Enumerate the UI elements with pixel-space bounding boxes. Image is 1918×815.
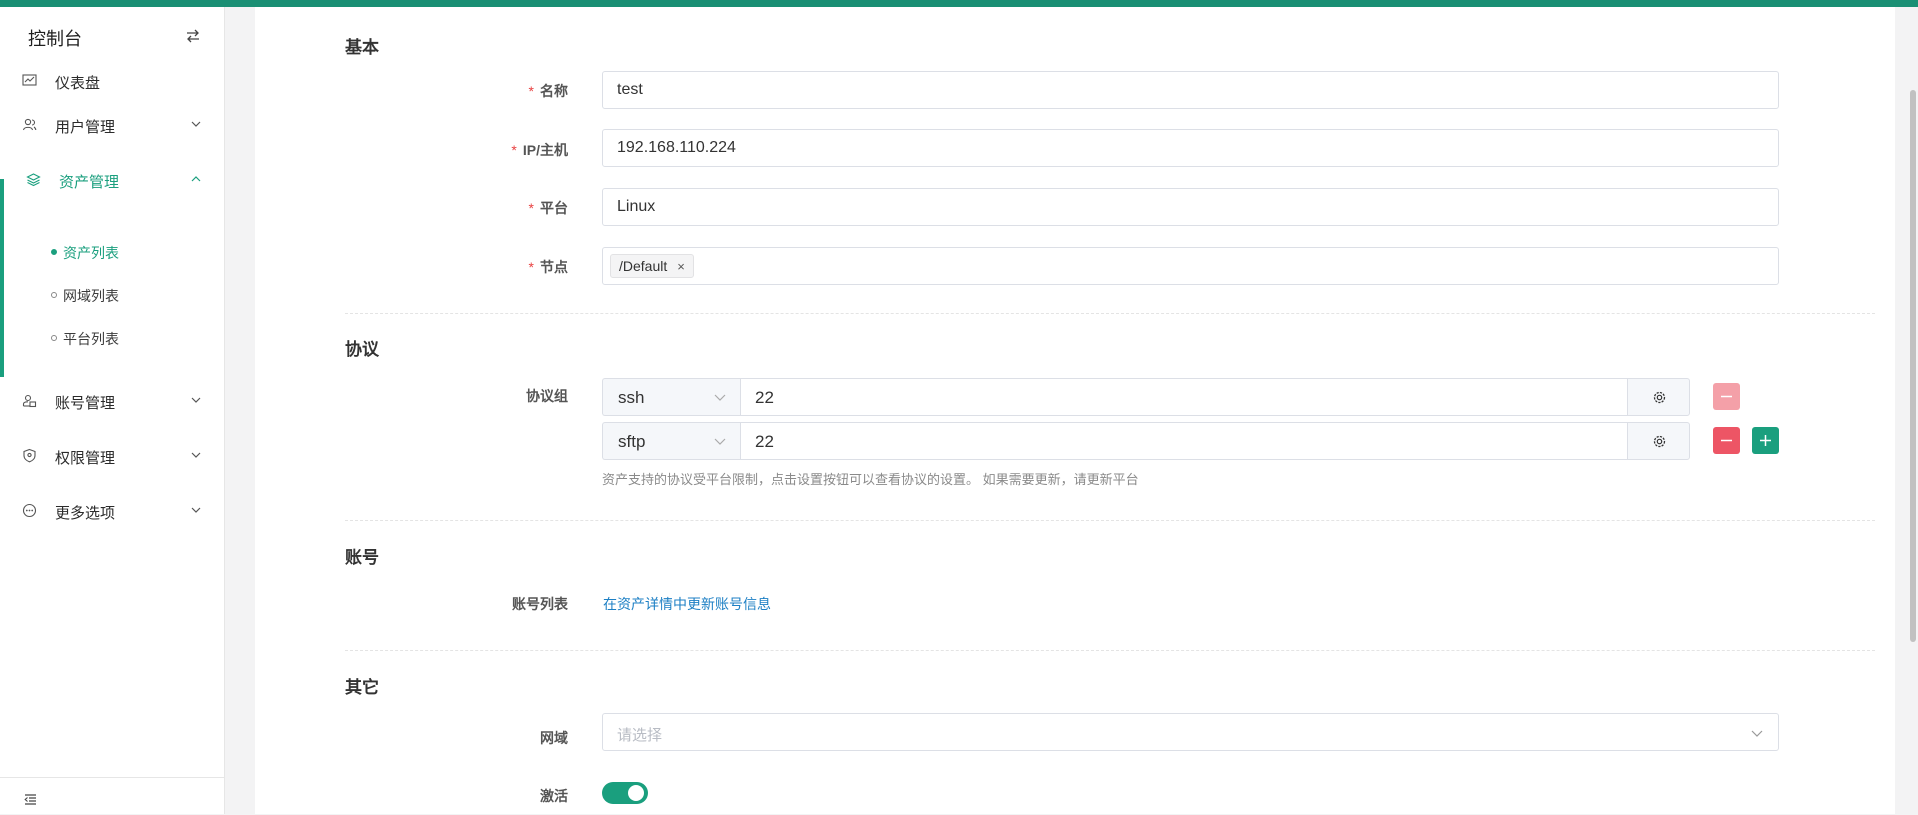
protocol-select[interactable]: ssh bbox=[602, 378, 740, 416]
protocol-settings-button[interactable] bbox=[1627, 422, 1690, 460]
domain-label: 网域 bbox=[540, 730, 568, 746]
gear-icon bbox=[1653, 435, 1666, 448]
collapse-sidebar-icon[interactable] bbox=[24, 793, 37, 806]
section-title-basic: 基本 bbox=[345, 38, 379, 57]
protocols-label: 协议组 bbox=[526, 388, 568, 404]
bullet-dot bbox=[51, 335, 57, 341]
protocol-row: ssh 22 bbox=[602, 378, 1690, 416]
account-list-label: 账号列表 bbox=[512, 596, 568, 612]
protocol-port-input[interactable]: 22 bbox=[740, 422, 1628, 460]
sidebar-item-label: 仪表盘 bbox=[55, 75, 101, 92]
sidebar-item-more[interactable]: 更多选项 bbox=[0, 489, 224, 533]
more-options-icon bbox=[22, 503, 37, 518]
protocol-name: sftp bbox=[618, 432, 646, 451]
chevron-down-icon bbox=[191, 507, 201, 513]
plus-icon bbox=[1760, 435, 1771, 446]
nodes-label: * 节点 bbox=[528, 259, 568, 275]
sidebar-item-label: 用户管理 bbox=[55, 119, 116, 136]
dashboard-icon bbox=[22, 74, 37, 86]
minus-icon bbox=[1721, 439, 1732, 442]
chevron-down-icon bbox=[714, 394, 726, 401]
chevron-down-icon bbox=[714, 438, 726, 445]
chevron-up-icon bbox=[191, 176, 201, 182]
protocol-hint-text: 资产支持的协议受平台限制，点击设置按钮可以查看协议的设置。 如果需要更新，请更新… bbox=[602, 472, 1139, 487]
host-label: * IP/主机 bbox=[511, 142, 568, 158]
platform-input[interactable]: Linux bbox=[602, 188, 1779, 226]
protocol-select[interactable]: sftp bbox=[602, 422, 740, 460]
switch-view-icon[interactable] bbox=[186, 29, 200, 43]
shield-icon bbox=[23, 448, 36, 463]
sidebar-item-label: 权限管理 bbox=[55, 450, 116, 467]
layers-icon bbox=[26, 173, 41, 187]
sidebar-item-label: 资产管理 bbox=[59, 174, 120, 191]
remove-protocol-button[interactable] bbox=[1713, 427, 1740, 454]
active-dot bbox=[51, 249, 57, 255]
chevron-down-icon bbox=[191, 121, 201, 127]
sidebar: 控制台 仪表盘 用户管理 资产管理 资产列表 网域列表 平台列表 账号管理 权限… bbox=[0, 7, 225, 814]
sidebar-item-dashboard[interactable]: 仪表盘 bbox=[0, 59, 224, 103]
section-title-other: 其它 bbox=[345, 678, 379, 697]
add-protocol-button[interactable] bbox=[1752, 427, 1779, 454]
update-accounts-link[interactable]: 在资产详情中更新账号信息 bbox=[603, 594, 771, 614]
sidebar-item-accounts[interactable]: 账号管理 bbox=[0, 379, 224, 423]
gear-icon bbox=[1653, 391, 1666, 404]
section-divider bbox=[345, 520, 1875, 521]
protocol-port-input[interactable]: 22 bbox=[740, 378, 1628, 416]
chevron-down-icon bbox=[191, 397, 201, 403]
asset-form-card: 基本 * 名称 test * IP/主机 192.168.110.224 * 平台 L… bbox=[255, 7, 1895, 814]
users-icon bbox=[22, 118, 37, 131]
section-divider bbox=[345, 313, 1875, 314]
sidebar-item-label: 账号管理 bbox=[55, 395, 116, 412]
sidebar-footer bbox=[0, 777, 225, 815]
name-input[interactable]: test bbox=[602, 71, 1779, 109]
protocol-settings-button[interactable] bbox=[1627, 378, 1690, 416]
sidebar-subitem-label: 资产列表 bbox=[63, 245, 119, 261]
sidebar-subitem-platform-list[interactable]: 平台列表 bbox=[0, 317, 224, 357]
active-toggle[interactable] bbox=[602, 782, 648, 804]
platform-label: * 平台 bbox=[528, 200, 568, 216]
top-accent-bar bbox=[0, 0, 1918, 7]
remove-protocol-button[interactable] bbox=[1713, 383, 1740, 410]
minus-icon bbox=[1721, 395, 1732, 398]
sidebar-subitem-label: 网域列表 bbox=[63, 288, 119, 304]
sidebar-subitem-domain-list[interactable]: 网域列表 bbox=[0, 274, 224, 314]
protocol-name: ssh bbox=[618, 388, 645, 407]
sidebar-title: 控制台 bbox=[28, 29, 82, 49]
bullet-dot bbox=[51, 292, 57, 298]
sidebar-item-assets[interactable]: 资产管理 bbox=[0, 158, 224, 202]
sidebar-item-permissions[interactable]: 权限管理 bbox=[0, 434, 224, 478]
toggle-knob bbox=[628, 785, 644, 801]
chevron-down-icon bbox=[1751, 730, 1763, 737]
sidebar-subitem-asset-list[interactable]: 资产列表 bbox=[0, 231, 224, 271]
section-title-account: 账号 bbox=[345, 548, 379, 567]
sidebar-header: 控制台 bbox=[0, 7, 225, 62]
scrollbar-thumb[interactable] bbox=[1910, 90, 1916, 642]
nodes-select[interactable]: /Default × bbox=[602, 247, 1779, 285]
section-divider bbox=[345, 650, 1875, 651]
name-label: * 名称 bbox=[528, 83, 568, 99]
chevron-down-icon bbox=[191, 452, 201, 458]
section-title-protocol: 协议 bbox=[345, 340, 379, 359]
sidebar-item-users[interactable]: 用户管理 bbox=[0, 103, 224, 147]
protocol-row: sftp 22 bbox=[602, 422, 1690, 460]
domain-select[interactable]: 请选择 bbox=[602, 713, 1779, 751]
active-label: 激活 bbox=[540, 788, 568, 804]
node-tag: /Default × bbox=[610, 254, 694, 278]
sidebar-subitem-label: 平台列表 bbox=[63, 331, 119, 347]
host-input[interactable]: 192.168.110.224 bbox=[602, 129, 1779, 167]
domain-placeholder: 请选择 bbox=[617, 727, 663, 744]
sidebar-item-label: 更多选项 bbox=[55, 505, 116, 522]
account-icon bbox=[22, 394, 37, 408]
close-icon[interactable]: × bbox=[677, 259, 685, 274]
